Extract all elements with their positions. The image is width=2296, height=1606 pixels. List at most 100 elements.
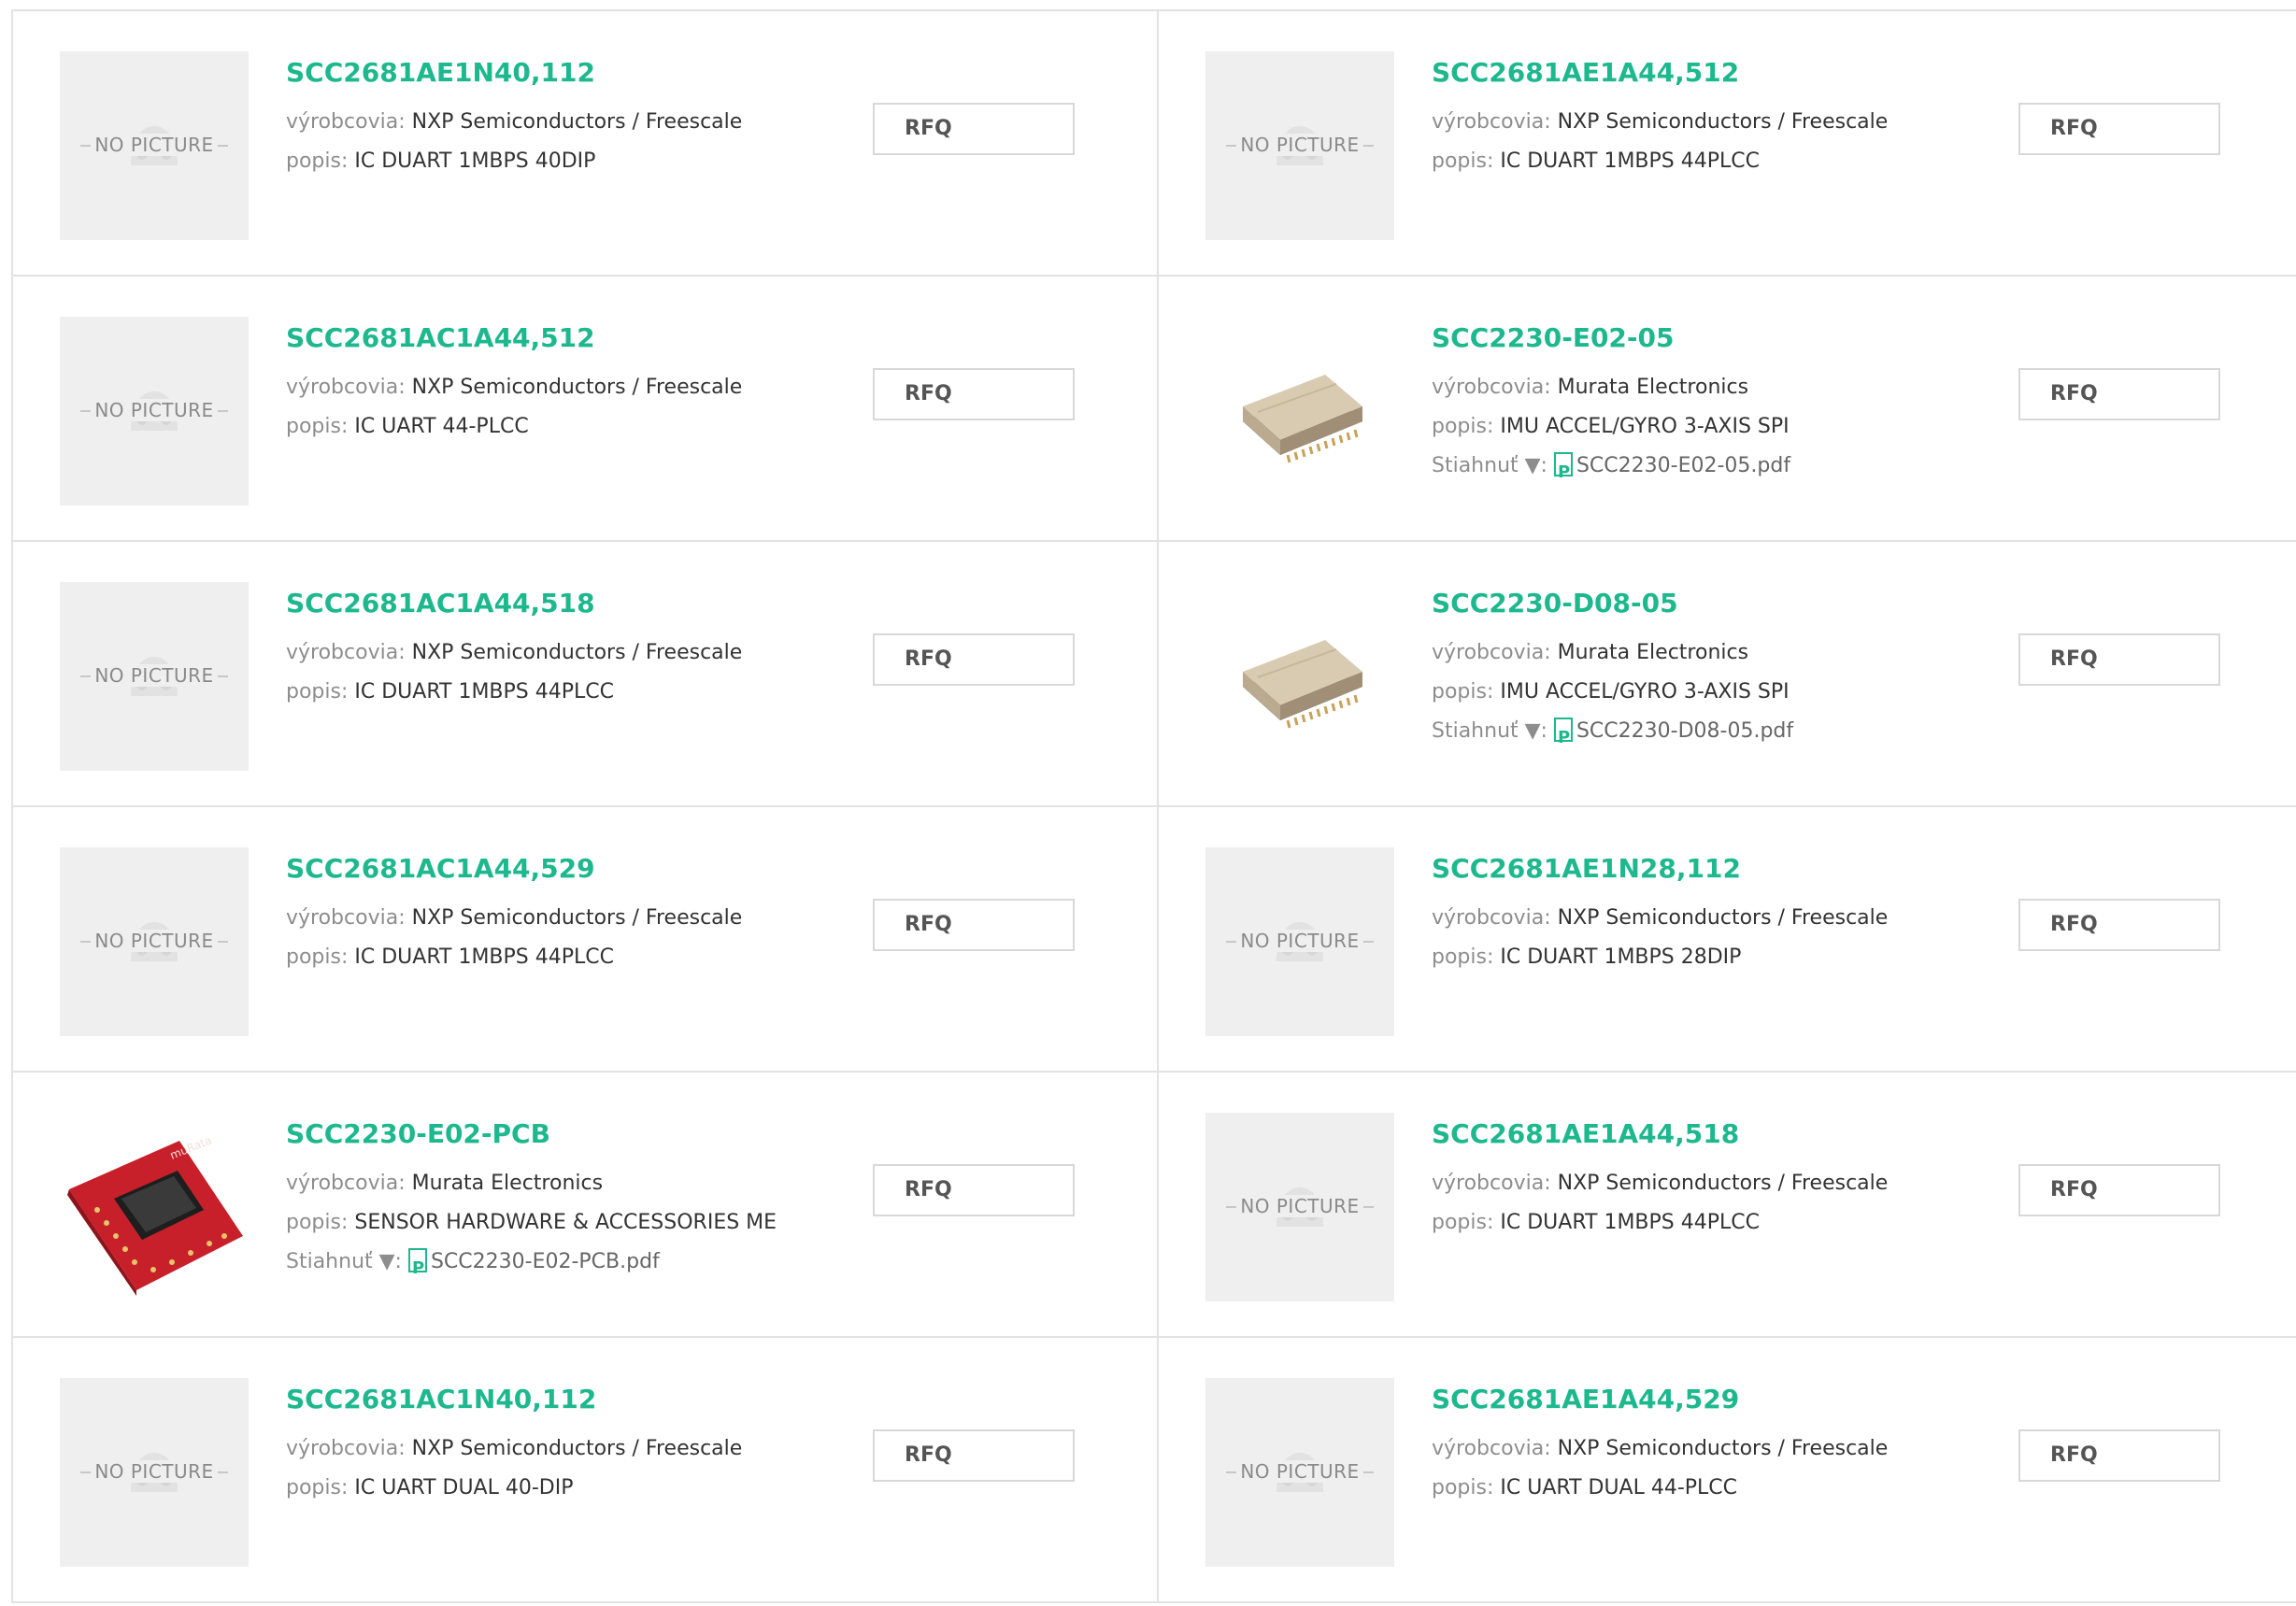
- description-value: IC DUART 1MBPS 44PLCC: [354, 680, 614, 704]
- product-card: NO PICTURE SCC2681AC1A44,529 výrobcovia: N…: [11, 807, 1157, 1073]
- no-picture-text: NO PICTURE: [91, 930, 218, 952]
- part-number-link[interactable]: SCC2230-E02-PCB: [286, 1117, 809, 1151]
- product-info: SCC2681AC1A44,518 výrobcovia: NXP Semicon…: [286, 587, 809, 712]
- part-number-link[interactable]: SCC2681AE1A44,529: [1432, 1383, 1955, 1416]
- description-row: popis: IC DUART 1MBPS 40DIP: [286, 142, 809, 181]
- description-value: SENSOR HARDWARE & ACCESSORIES ME: [354, 1211, 777, 1234]
- product-info: SCC2681AE1A44,529 výrobcovia: NXP Semicon…: [1432, 1383, 1955, 1508]
- rfq-button[interactable]: RFQ: [2018, 1429, 2220, 1482]
- manufacturer-row: výrobcovia: Murata Electronics: [1432, 368, 1955, 407]
- product-card: NO PICTURE SCC2681AC1A44,512 výrobcovia: N…: [11, 277, 1157, 542]
- description-value: IC DUART 1MBPS 28DIP: [1500, 945, 1742, 969]
- datasheet-link[interactable]: SCC2230-E02-05.pdf: [1576, 454, 1790, 477]
- manufacturer-value[interactable]: NXP Semiconductors / Freescale: [1558, 1172, 1889, 1195]
- description-row: popis: IMU ACCEL/GYRO 3-AXIS SPI: [1432, 673, 1955, 712]
- no-picture-placeholder: NO PICTURE: [60, 1378, 249, 1567]
- part-number-link[interactable]: SCC2681AE1N40,112: [286, 56, 809, 90]
- pdf-icon[interactable]: [1553, 452, 1573, 492]
- pdf-icon[interactable]: [1553, 718, 1573, 758]
- description-value: IC DUART 1MBPS 40DIP: [354, 149, 596, 173]
- description-value: IC DUART 1MBPS 44PLCC: [1500, 149, 1760, 173]
- rfq-button[interactable]: RFQ: [873, 633, 1075, 686]
- part-number-link[interactable]: SCC2681AE1A44,512: [1432, 56, 1955, 90]
- manufacturer-value[interactable]: NXP Semiconductors / Freescale: [412, 376, 743, 399]
- product-card: SCC2230-E02-05 výrobcovia: Murata Electro…: [1157, 277, 2296, 542]
- part-number-link[interactable]: SCC2230-D08-05: [1432, 587, 1955, 620]
- download-label[interactable]: Stiahnuť ▼:: [1432, 454, 1547, 477]
- description-label: popis:: [286, 415, 349, 438]
- product-card: NO PICTURE SCC2681AE1A44,512 výrobcovia: N…: [1157, 11, 2296, 277]
- description-row: popis: IC DUART 1MBPS 44PLCC: [1432, 1203, 1955, 1243]
- product-info: SCC2681AC1N40,112 výrobcovia: NXP Semicon…: [286, 1383, 809, 1508]
- rfq-button[interactable]: RFQ: [2018, 633, 2220, 686]
- product-card: SCC2230-D08-05 výrobcovia: Murata Electro…: [1157, 542, 2296, 807]
- product-info: SCC2681AE1A44,518 výrobcovia: NXP Semicon…: [1432, 1117, 1955, 1243]
- description-label: popis:: [1432, 149, 1494, 173]
- product-grid: NO PICTURE SCC2681AE1N40,112 výrobcovia: N…: [11, 9, 2296, 1603]
- part-number-link[interactable]: SCC2681AC1A44,512: [286, 321, 809, 355]
- manufacturer-value[interactable]: NXP Semiconductors / Freescale: [412, 110, 743, 134]
- product-card: muRata SCC2230-E02-PCB výrobcovia: Murata …: [11, 1073, 1157, 1338]
- manufacturer-value[interactable]: NXP Semiconductors / Freescale: [1558, 1437, 1889, 1460]
- manufacturer-value[interactable]: Murata Electronics: [1558, 641, 1748, 664]
- manufacturer-label: výrobcovia:: [286, 376, 406, 399]
- manufacturer-row: výrobcovia: NXP Semiconductors / Freesca…: [286, 368, 809, 407]
- description-label: popis:: [1432, 1476, 1494, 1499]
- description-row: popis: IC UART 44-PLCC: [286, 407, 809, 447]
- manufacturer-value[interactable]: NXP Semiconductors / Freescale: [412, 1437, 743, 1460]
- description-value: IMU ACCEL/GYRO 3-AXIS SPI: [1500, 415, 1790, 438]
- product-image[interactable]: [1205, 317, 1394, 505]
- product-card: NO PICTURE SCC2681AE1N40,112 výrobcovia: N…: [11, 11, 1157, 277]
- rfq-button[interactable]: RFQ: [2018, 103, 2220, 155]
- manufacturer-value[interactable]: Murata Electronics: [1558, 376, 1748, 399]
- datasheet-link[interactable]: SCC2230-D08-05.pdf: [1576, 719, 1793, 743]
- rfq-button[interactable]: RFQ: [873, 103, 1075, 155]
- product-info: SCC2681AE1N28,112 výrobcovia: NXP Semicon…: [1432, 852, 1955, 977]
- rfq-button[interactable]: RFQ: [873, 899, 1075, 951]
- part-number-link[interactable]: SCC2681AC1A44,529: [286, 852, 809, 886]
- part-number-link[interactable]: SCC2681AC1A44,518: [286, 587, 809, 620]
- manufacturer-label: výrobcovia:: [1432, 110, 1551, 134]
- pdf-icon[interactable]: [407, 1248, 427, 1288]
- no-picture-text: NO PICTURE: [1236, 1195, 1363, 1217]
- part-number-link[interactable]: SCC2681AE1A44,518: [1432, 1117, 1955, 1151]
- manufacturer-label: výrobcovia:: [1432, 1437, 1551, 1460]
- product-image[interactable]: [1205, 582, 1394, 771]
- description-value: IC UART DUAL 40-DIP: [354, 1476, 574, 1499]
- download-label[interactable]: Stiahnuť ▼:: [1432, 719, 1547, 743]
- product-info: SCC2681AE1A44,512 výrobcovia: NXP Semicon…: [1432, 56, 1955, 181]
- description-label: popis:: [286, 1476, 349, 1499]
- datasheet-link[interactable]: SCC2230-E02-PCB.pdf: [431, 1250, 660, 1273]
- description-value: IC DUART 1MBPS 44PLCC: [1500, 1211, 1760, 1234]
- download-label[interactable]: Stiahnuť ▼:: [286, 1250, 402, 1273]
- manufacturer-label: výrobcovia:: [286, 906, 406, 930]
- product-card: NO PICTURE SCC2681AE1A44,529 výrobcovia: N…: [1157, 1338, 2296, 1603]
- manufacturer-row: výrobcovia: NXP Semiconductors / Freesca…: [286, 103, 809, 142]
- no-picture-text: NO PICTURE: [91, 399, 218, 421]
- rfq-button[interactable]: RFQ: [2018, 368, 2220, 420]
- download-row: Stiahnuť ▼: SCC2230-E02-PCB.pdf: [286, 1243, 809, 1288]
- rfq-button[interactable]: RFQ: [873, 1429, 1075, 1482]
- part-number-link[interactable]: SCC2681AC1N40,112: [286, 1383, 809, 1416]
- svg-text:muRata: muRata: [168, 1133, 214, 1162]
- description-row: popis: IC DUART 1MBPS 44PLCC: [1432, 142, 1955, 181]
- rfq-button[interactable]: RFQ: [873, 1164, 1075, 1216]
- manufacturer-label: výrobcovia:: [1432, 376, 1551, 399]
- no-picture-placeholder: NO PICTURE: [60, 847, 249, 1036]
- rfq-button[interactable]: RFQ: [2018, 899, 2220, 951]
- manufacturer-value[interactable]: NXP Semiconductors / Freescale: [1558, 906, 1889, 930]
- manufacturer-value[interactable]: NXP Semiconductors / Freescale: [412, 641, 743, 664]
- manufacturer-value[interactable]: NXP Semiconductors / Freescale: [1558, 110, 1889, 134]
- part-number-link[interactable]: SCC2230-E02-05: [1432, 321, 1955, 355]
- rfq-button[interactable]: RFQ: [873, 368, 1075, 420]
- product-info: SCC2230-E02-PCB výrobcovia: Murata Electr…: [286, 1117, 809, 1288]
- rfq-button[interactable]: RFQ: [2018, 1164, 2220, 1216]
- product-image[interactable]: muRata: [60, 1113, 249, 1301]
- no-picture-text: NO PICTURE: [1236, 930, 1363, 952]
- manufacturer-value[interactable]: NXP Semiconductors / Freescale: [412, 906, 743, 930]
- manufacturer-label: výrobcovia:: [286, 110, 406, 134]
- manufacturer-value[interactable]: Murata Electronics: [412, 1172, 603, 1195]
- description-value: IC DUART 1MBPS 44PLCC: [354, 945, 614, 969]
- part-number-link[interactable]: SCC2681AE1N28,112: [1432, 852, 1955, 886]
- description-row: popis: IC UART DUAL 40-DIP: [286, 1469, 809, 1508]
